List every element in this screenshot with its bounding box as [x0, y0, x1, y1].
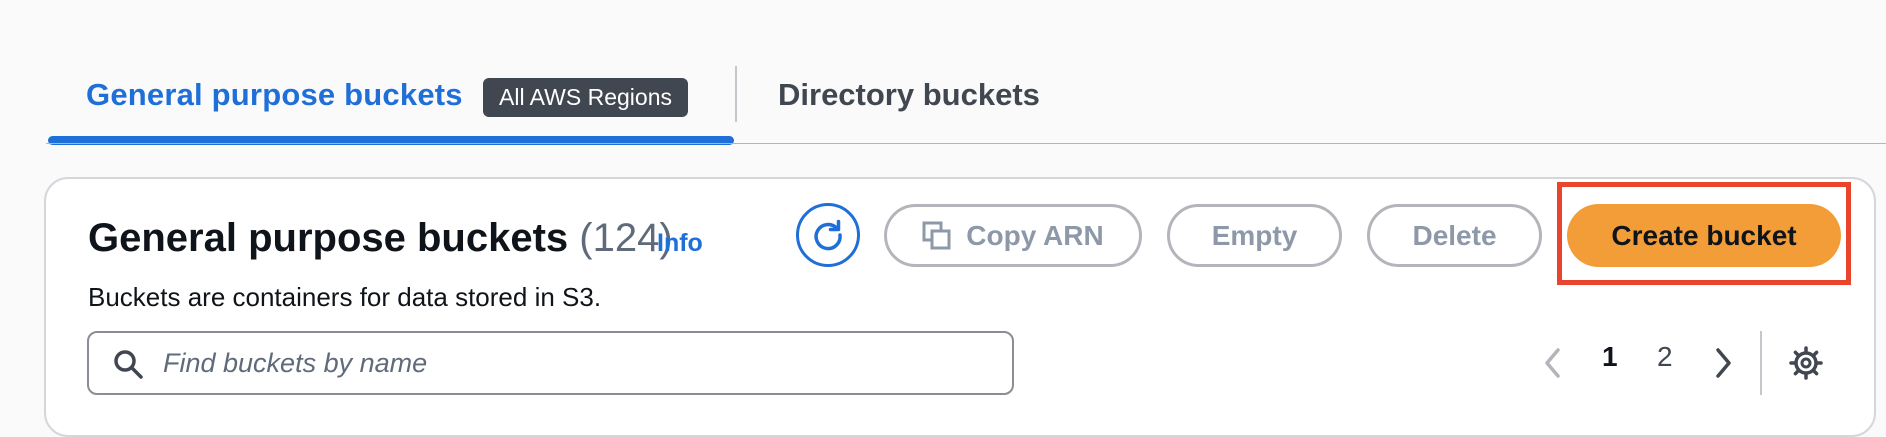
page-title: General purpose buckets (124)	[88, 216, 673, 261]
chevron-left-icon	[1545, 348, 1560, 378]
refresh-button[interactable]	[796, 203, 860, 267]
page-1-button[interactable]: 1	[1602, 341, 1618, 373]
search-input[interactable]	[161, 339, 1001, 387]
tab-divider	[735, 66, 737, 122]
next-page-button[interactable]	[1708, 345, 1738, 381]
pagination-divider	[1760, 331, 1762, 395]
create-bucket-button[interactable]: Create bucket	[1567, 204, 1841, 267]
delete-button[interactable]: Delete	[1367, 204, 1542, 267]
tab-directory-buckets[interactable]: Directory buckets	[778, 77, 1040, 113]
empty-button[interactable]: Empty	[1167, 204, 1342, 267]
chevron-right-icon	[1716, 348, 1731, 378]
all-regions-badge: All AWS Regions	[483, 78, 688, 117]
bucket-type-tabs: General purpose buckets All AWS Regions …	[0, 0, 1886, 145]
tab-general-purpose-buckets[interactable]: General purpose buckets All AWS Regions	[48, 60, 734, 145]
copy-arn-label: Copy ARN	[966, 219, 1104, 251]
search-field[interactable]	[87, 331, 1014, 395]
refresh-icon	[814, 219, 842, 251]
panel-description: Buckets are containers for data stored i…	[88, 282, 602, 312]
tab-general-purpose-label: General purpose buckets	[86, 77, 463, 112]
search-icon	[114, 350, 143, 379]
settings-button[interactable]	[1786, 343, 1826, 383]
buckets-panel: General purpose buckets (124) Info Bucke…	[44, 177, 1876, 437]
info-link[interactable]: Info	[657, 229, 703, 258]
panel-title-text: General purpose buckets	[88, 216, 569, 260]
page-2-button[interactable]: 2	[1657, 341, 1673, 373]
copy-icon	[922, 221, 952, 251]
copy-arn-button[interactable]: Copy ARN	[884, 204, 1142, 267]
gear-icon	[1789, 346, 1823, 380]
previous-page-button[interactable]	[1538, 345, 1568, 381]
tab-bar-underline	[46, 143, 1886, 144]
